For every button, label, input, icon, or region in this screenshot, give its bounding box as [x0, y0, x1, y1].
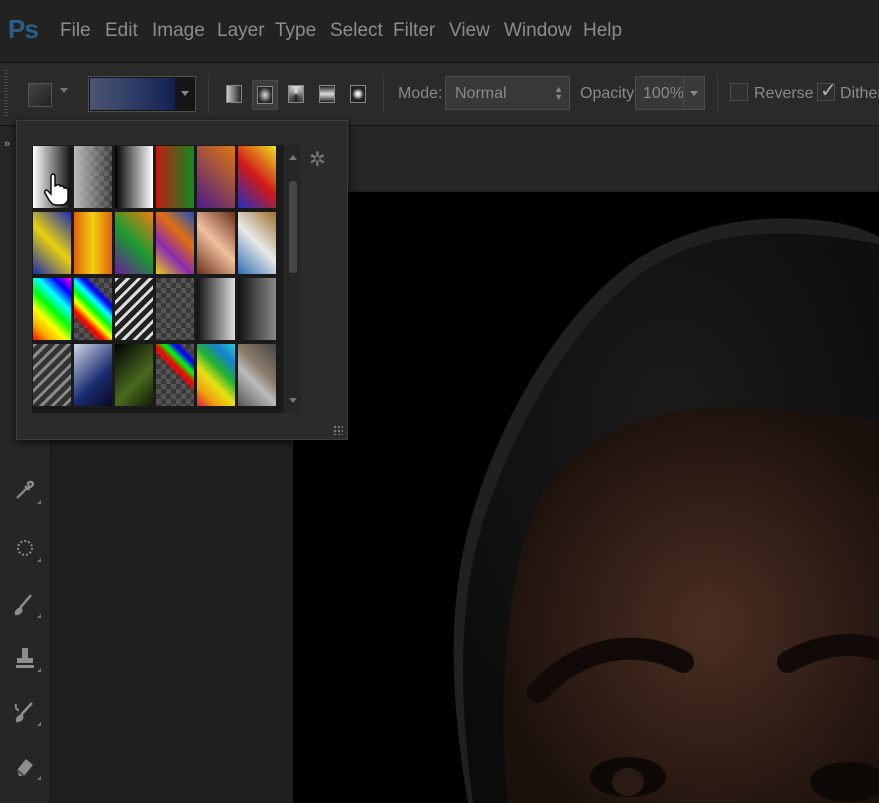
chevron-down-icon[interactable] [181, 91, 189, 96]
gradient-preset[interactable] [73, 211, 113, 275]
photo-image [453, 218, 879, 803]
clone-stamp-tool-icon [16, 648, 34, 668]
checkmark-icon: ✓ [820, 80, 837, 102]
brush-tool-icon [14, 594, 32, 616]
radial-gradient-button[interactable] [252, 80, 278, 110]
brush-icon[interactable] [11, 590, 41, 618]
tool-flyout-indicator [37, 614, 41, 618]
menu-window[interactable]: Window [504, 20, 572, 42]
gradient-picker-panel: ✲ [16, 120, 348, 440]
resize-grip-icon[interactable] [333, 425, 343, 435]
collapse-panel-icon[interactable]: » [4, 138, 10, 150]
diamond-gradient-icon [350, 85, 366, 103]
eyedropper-tool-icon [16, 480, 35, 499]
menu-help[interactable]: Help [583, 20, 622, 42]
tool-flyout-indicator [37, 558, 41, 562]
diamond-gradient-button[interactable] [346, 80, 370, 108]
menu-edit[interactable]: Edit [105, 20, 138, 42]
radial-gradient-icon [257, 86, 273, 104]
gradient-preview[interactable] [90, 78, 175, 110]
gradient-preset[interactable] [196, 277, 236, 341]
updown-arrows-icon: ▲ ▼ [554, 84, 563, 102]
tool-flyout-indicator [37, 668, 41, 672]
photoshop-logo: Ps [8, 14, 39, 44]
opacity-dropdown-button[interactable] [683, 76, 705, 110]
angle-gradient-icon [288, 85, 304, 103]
clone-stamp-icon[interactable] [11, 644, 41, 672]
tool-flyout-indicator [37, 776, 41, 780]
gradient-preset[interactable] [114, 343, 154, 407]
gradient-preset[interactable] [237, 211, 277, 275]
tool-preset-picker[interactable] [28, 83, 52, 107]
linear-gradient-icon [226, 85, 242, 103]
gradient-preset[interactable] [196, 343, 236, 407]
reflected-gradient-icon [319, 85, 335, 103]
dither-checkbox[interactable]: ✓ [817, 80, 837, 102]
mode-label: Mode: [398, 85, 443, 102]
eraser-tool-icon [16, 759, 33, 777]
scrollbar-thumb[interactable] [289, 181, 297, 273]
divider [383, 74, 384, 114]
gradient-preset[interactable] [196, 211, 236, 275]
gradient-preset[interactable] [155, 343, 195, 407]
gradient-preset[interactable] [114, 211, 154, 275]
history-brush-tool-icon [14, 702, 33, 723]
history-brush-icon[interactable] [11, 698, 41, 726]
menu-bar: Ps File Edit Image Layer Type Select Fil… [0, 0, 879, 63]
options-bar-grip[interactable] [4, 70, 8, 116]
dither-label: Dither [840, 85, 879, 102]
pointing-hand-icon [44, 173, 69, 206]
menu-image[interactable]: Image [152, 20, 205, 42]
divider [208, 74, 209, 114]
eyedropper-icon[interactable] [11, 476, 41, 504]
gradient-preset[interactable] [114, 145, 154, 209]
canvas[interactable] [293, 192, 879, 803]
gradient-preset[interactable] [32, 277, 72, 341]
scroll-down-icon[interactable] [289, 398, 297, 403]
menu-type[interactable]: Type [275, 20, 316, 42]
menu-filter[interactable]: Filter [393, 20, 435, 42]
chevron-down-icon [690, 91, 698, 96]
gradient-preset[interactable] [196, 145, 236, 209]
gradient-preset[interactable] [237, 343, 277, 407]
mode-select[interactable]: Normal ▲ ▼ [445, 76, 570, 110]
gradient-preset[interactable] [155, 277, 195, 341]
reflected-gradient-button[interactable] [315, 80, 339, 108]
chevron-down-icon[interactable] [60, 88, 68, 93]
preset-scrollbar[interactable] [285, 145, 301, 413]
tool-flyout-indicator [37, 500, 41, 504]
gradient-preset[interactable] [73, 145, 113, 209]
gradient-preset[interactable] [32, 343, 72, 407]
divider [717, 74, 718, 114]
gradient-preset[interactable] [73, 277, 113, 341]
gradient-preset[interactable] [155, 145, 195, 209]
healing-brush-icon[interactable] [11, 534, 41, 562]
gradient-editor-swatch[interactable] [88, 76, 196, 112]
menu-select[interactable]: Select [330, 20, 383, 42]
menu-layer[interactable]: Layer [217, 20, 265, 42]
gradient-preset[interactable] [32, 211, 72, 275]
linear-gradient-button[interactable] [222, 80, 246, 108]
gear-icon[interactable]: ✲ [309, 147, 326, 172]
mode-value: Normal [455, 85, 507, 102]
reverse-label: Reverse [754, 85, 814, 102]
scroll-up-icon[interactable] [289, 155, 297, 160]
angle-gradient-button[interactable] [284, 80, 308, 108]
menu-view[interactable]: View [449, 20, 490, 42]
gradient-preset[interactable] [73, 343, 113, 407]
reverse-checkbox[interactable] [730, 83, 748, 101]
gradient-preset[interactable] [237, 145, 277, 209]
hand-cursor-icon [44, 172, 70, 214]
gradient-preset[interactable] [155, 211, 195, 275]
opacity-label: Opacity: [580, 85, 639, 102]
menu-file[interactable]: File [60, 20, 91, 42]
gradient-preset[interactable] [114, 277, 154, 341]
opacity-value: 100% [643, 85, 684, 102]
gradient-preset[interactable] [237, 277, 277, 341]
eraser-icon[interactable] [11, 752, 41, 780]
healing-brush-tool-icon [17, 540, 33, 556]
tool-flyout-indicator [37, 722, 41, 726]
